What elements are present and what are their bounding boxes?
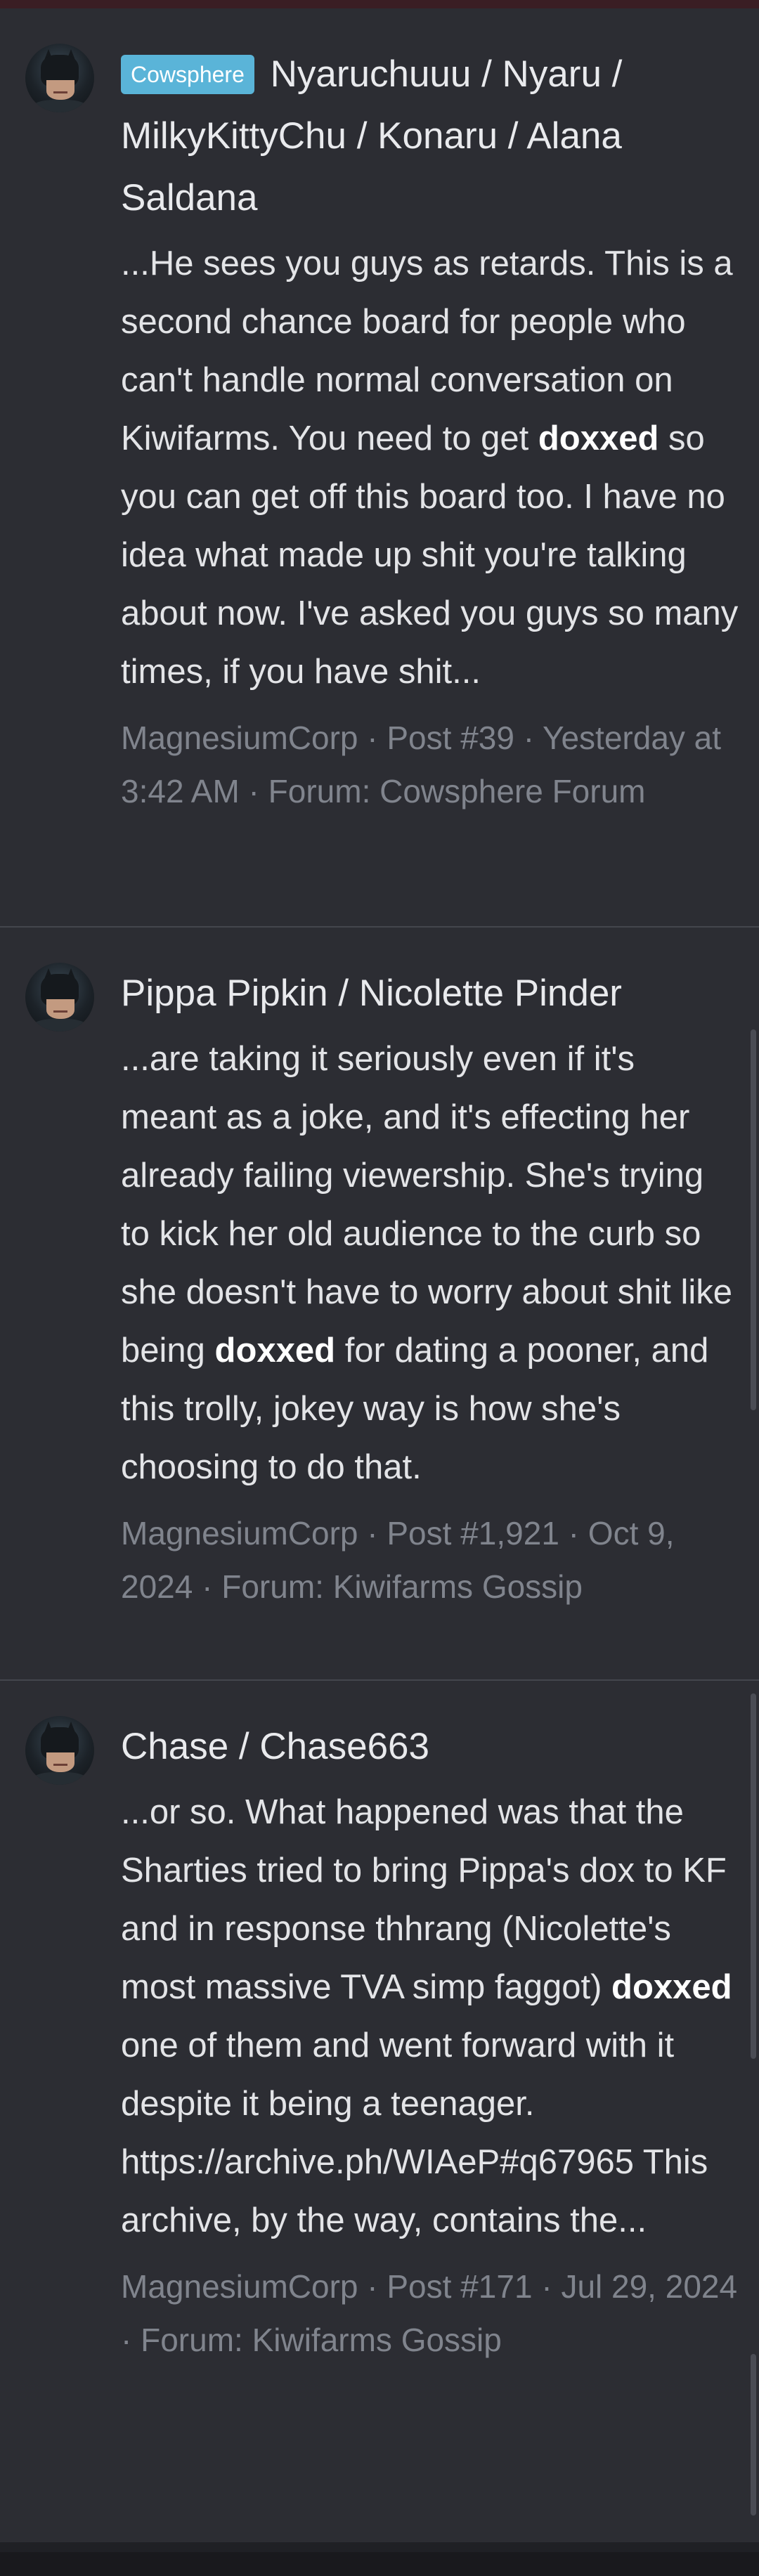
forum-link[interactable]: Forum: Cowsphere Forum (268, 773, 646, 809)
result-title-text[interactable]: Chase / Chase663 (121, 1726, 429, 1767)
result-title[interactable]: Chase / Chase663 (121, 1716, 739, 1778)
post-number-link[interactable]: Post #39 (387, 720, 514, 756)
post-date: Jul 29, 2024 (561, 2268, 738, 2305)
avatar-suit (31, 1772, 89, 1785)
result-title[interactable]: Cowsphere Nyaruchuuu / Nyaru / MilkyKitt… (121, 44, 739, 229)
result-meta: MagnesiumCorp · Post #39 · Yesterday at … (121, 711, 739, 818)
avatar-face (46, 1752, 74, 1772)
user-avatar[interactable] (25, 963, 94, 1032)
result-meta: MagnesiumCorp · Post #171 · Jul 29, 2024… (121, 2260, 739, 2367)
author-link[interactable]: MagnesiumCorp (121, 2268, 358, 2305)
avatar-face (46, 999, 74, 1019)
result-snippet: ...are taking it seriously even if it's … (121, 1030, 739, 1497)
result-content: Cowsphere Nyaruchuuu / Nyaru / MilkyKitt… (121, 44, 739, 818)
snippet-text: ...are taking it seriously even if it's … (121, 1040, 733, 1370)
search-result-item[interactable]: Cowsphere Nyaruchuuu / Nyaru / MilkyKitt… (0, 8, 759, 928)
result-content: Chase / Chase663 ...or so. What happened… (121, 1716, 739, 2367)
prefix-badge[interactable]: Cowsphere (121, 55, 254, 94)
avatar-suit (31, 100, 89, 112)
search-result-item[interactable]: Pippa Pipkin / Nicolette Pinder ...are t… (0, 928, 759, 1681)
snippet-highlight: doxxed (214, 1332, 336, 1370)
avatar-mouth (53, 1010, 67, 1013)
author-link[interactable]: MagnesiumCorp (121, 720, 358, 756)
snippet-highlight: doxxed (538, 419, 659, 457)
snippet-highlight: doxxed (611, 1968, 732, 2006)
result-title[interactable]: Pippa Pipkin / Nicolette Pinder (121, 963, 739, 1024)
avatar-face (46, 80, 74, 100)
avatar-suit (31, 1019, 89, 1032)
meta-separator: · (532, 2268, 562, 2305)
meta-separator: · (121, 2322, 141, 2358)
meta-separator: · (239, 773, 268, 809)
scrollbar-thumb[interactable] (751, 2354, 756, 2516)
meta-separator: · (358, 720, 387, 756)
author-link[interactable]: MagnesiumCorp (121, 1515, 358, 1552)
snippet-text: so you can get off this board too. I hav… (121, 419, 739, 691)
avatar-mouth (53, 91, 67, 93)
bottom-edge-bar (0, 2552, 759, 2576)
meta-separator: · (193, 1568, 222, 1605)
result-content: Pippa Pipkin / Nicolette Pinder ...are t… (121, 963, 739, 1613)
user-avatar[interactable] (25, 44, 94, 112)
top-edge-bar (0, 0, 759, 8)
result-title-text[interactable]: Pippa Pipkin / Nicolette Pinder (121, 972, 622, 1014)
post-number-link[interactable]: Post #171 (387, 2268, 532, 2305)
meta-separator: · (358, 2268, 387, 2305)
meta-separator: · (559, 1515, 588, 1552)
avatar-mouth (53, 1764, 67, 1766)
result-snippet: ...or so. What happened was that the Sha… (121, 1783, 739, 2250)
meta-separator: · (514, 720, 543, 756)
scrollbar-thumb[interactable] (751, 1029, 756, 1410)
snippet-text: one of them and went forward with it des… (121, 2027, 708, 2239)
result-meta: MagnesiumCorp · Post #1,921 · Oct 9, 202… (121, 1507, 739, 1613)
user-avatar[interactable] (25, 1716, 94, 1785)
post-number-link[interactable]: Post #1,921 (387, 1515, 559, 1552)
search-results-list: Cowsphere Nyaruchuuu / Nyaru / MilkyKitt… (0, 8, 759, 2542)
result-snippet: ...He sees you guys as retards. This is … (121, 235, 739, 701)
meta-separator: · (358, 1515, 387, 1552)
search-result-item[interactable]: Chase / Chase663 ...or so. What happened… (0, 1681, 759, 2542)
forum-link[interactable]: Forum: Kiwifarms Gossip (221, 1568, 583, 1605)
forum-link[interactable]: Forum: Kiwifarms Gossip (141, 2322, 502, 2358)
scrollbar-thumb[interactable] (751, 1693, 756, 2059)
